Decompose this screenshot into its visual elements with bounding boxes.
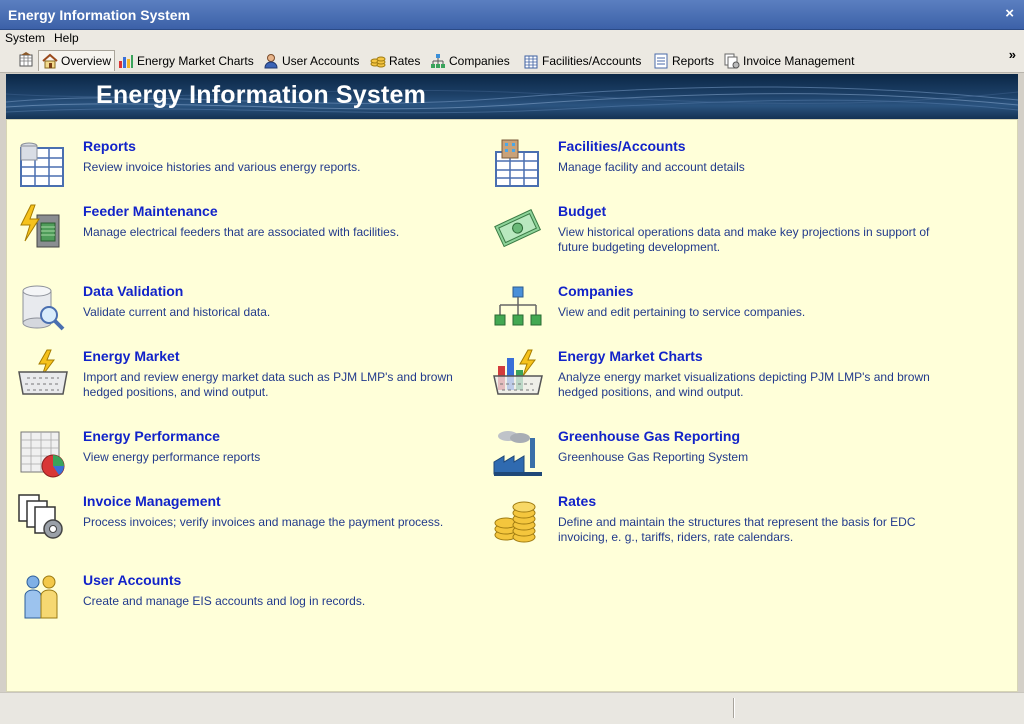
building-grid-icon xyxy=(495,139,539,187)
tab-overview[interactable]: Overview xyxy=(38,50,116,71)
item-description: Define and maintain the structures that … xyxy=(558,515,916,544)
item-title[interactable]: Energy Market Charts xyxy=(558,348,703,364)
tab-label: Companies xyxy=(449,54,510,68)
banner-title: Energy Information System xyxy=(96,81,427,109)
building-icon xyxy=(524,55,538,69)
tab-rates[interactable]: Rates xyxy=(370,51,420,71)
report-grid-icon xyxy=(20,142,64,187)
item-title[interactable]: Greenhouse Gas Reporting xyxy=(558,428,740,444)
toolbar-overflow-button[interactable]: » xyxy=(1009,47,1016,62)
item-title[interactable]: User Accounts xyxy=(83,572,181,588)
tab-label: Rates xyxy=(389,54,421,68)
tab-energy-market-charts[interactable]: Energy Market Charts xyxy=(118,51,254,71)
org-chart-icon xyxy=(494,286,542,326)
bar-chart-icon xyxy=(119,55,133,68)
spreadsheet-pie-icon xyxy=(20,431,65,478)
item-title[interactable]: Facilities/Accounts xyxy=(558,138,686,154)
menu-help[interactable]: Help xyxy=(54,31,79,45)
report-icon xyxy=(654,53,668,69)
tab-user-accounts[interactable]: User Accounts xyxy=(263,51,359,71)
tab-reports[interactable]: Reports xyxy=(653,51,714,71)
tab-label: Reports xyxy=(672,54,715,68)
coins-icon xyxy=(370,56,386,68)
grid-home-icon[interactable] xyxy=(18,52,34,68)
item-title[interactable]: Feeder Maintenance xyxy=(83,203,218,219)
tab-companies[interactable]: Companies xyxy=(430,51,510,71)
item-description: Import and review energy market data suc… xyxy=(83,370,453,399)
tab-invoice-management[interactable]: Invoice Management xyxy=(724,51,854,71)
invoice-icon xyxy=(724,53,740,69)
status-bar xyxy=(0,692,1024,724)
documents-gear-icon xyxy=(18,494,63,539)
item-description: Analyze energy market visualizations dep… xyxy=(558,370,930,399)
tab-label: Facilities/Accounts xyxy=(542,54,642,68)
factory-icon xyxy=(493,431,542,476)
item-title[interactable]: Energy Performance xyxy=(83,428,220,444)
item-description: Validate current and historical data. xyxy=(83,305,271,319)
item-title[interactable]: Invoice Management xyxy=(83,493,221,509)
item-description: View and edit pertaining to service comp… xyxy=(558,305,806,319)
menu-system[interactable]: System xyxy=(5,31,45,45)
item-description: Manage electrical feeders that are assoc… xyxy=(83,225,400,239)
database-search-icon xyxy=(22,285,65,331)
item-title[interactable]: Companies xyxy=(558,283,633,299)
org-chart-icon xyxy=(431,54,445,68)
toolbar: Overview Energy Market Charts User Accou… xyxy=(0,47,1024,73)
lightning-icon xyxy=(20,204,60,248)
item-description: Greenhouse Gas Reporting System xyxy=(558,450,749,464)
item-description: View historical operations data and make… xyxy=(558,225,930,254)
close-icon[interactable]: × xyxy=(1005,5,1014,22)
status-divider xyxy=(733,698,735,718)
tab-label: Energy Market Charts xyxy=(137,54,254,68)
item-title[interactable]: Rates xyxy=(558,493,596,509)
money-icon xyxy=(494,209,542,248)
item-description: Process invoices; verify invoices and ma… xyxy=(83,515,444,529)
house-icon xyxy=(42,53,58,69)
title-bar: Energy Information System × xyxy=(0,0,1024,30)
tab-label: User Accounts xyxy=(282,54,360,68)
users-icon xyxy=(24,575,58,619)
basket-icon xyxy=(18,349,68,395)
item-description: Manage facility and account details xyxy=(558,160,745,174)
tab-label: Invoice Management xyxy=(743,54,855,68)
item-title[interactable]: Energy Market xyxy=(83,348,179,364)
item-title[interactable]: Data Validation xyxy=(83,283,183,299)
overview-panel: Reports Review invoice histories and var… xyxy=(6,119,1018,692)
window-title: Energy Information System xyxy=(8,7,191,23)
item-description: Create and manage EIS accounts and log i… xyxy=(83,594,366,608)
coins-icon xyxy=(494,501,536,543)
menu-bar: System Help xyxy=(0,30,1024,47)
item-description: View energy performance reports xyxy=(83,450,261,464)
tab-label: Overview xyxy=(61,54,112,68)
basket-chart-icon xyxy=(493,349,543,395)
item-title[interactable]: Budget xyxy=(558,203,606,219)
header-banner: Energy Information System xyxy=(6,74,1018,119)
tab-facilities-accounts[interactable]: Facilities/Accounts xyxy=(523,51,641,71)
user-icon xyxy=(264,54,278,69)
item-title[interactable]: Reports xyxy=(83,138,136,154)
item-description: Review invoice histories and various ene… xyxy=(83,160,361,174)
